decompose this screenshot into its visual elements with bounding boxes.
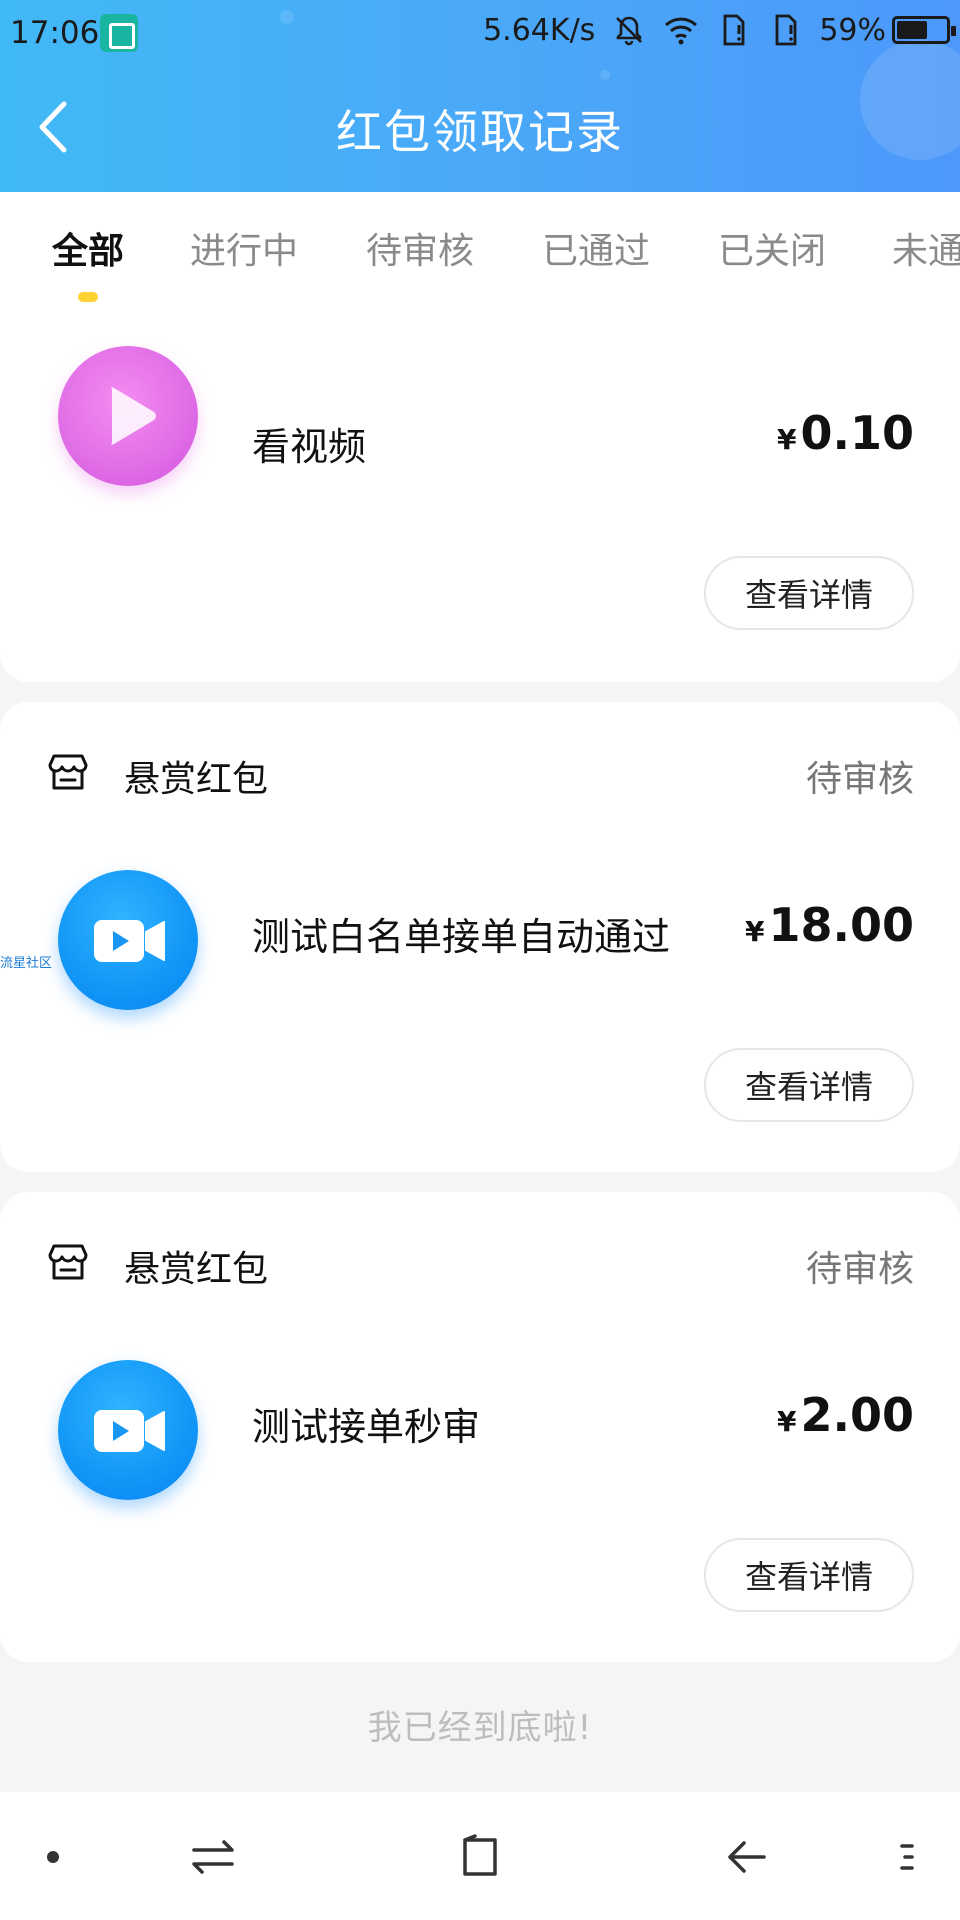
store-icon [46, 1240, 90, 1284]
task-name: 测试接单秒审 [252, 1405, 481, 1449]
price-amount: 2.00 [800, 1388, 915, 1442]
record-card: 悬赏红包 待审核 测试接单秒审 ¥ 2.00 查看详情 [0, 1192, 960, 1662]
video-camera-icon [58, 1360, 198, 1500]
menu-icon[interactable] [872, 1822, 942, 1892]
tab-all[interactable]: 全部 [52, 222, 124, 274]
currency-symbol: ¥ [745, 915, 765, 948]
tab-closed[interactable]: 已关闭 [718, 222, 826, 274]
task-name: 测试白名单接单自动通过 [252, 915, 671, 959]
status-time: 17:06 [10, 15, 100, 51]
card-category: 悬赏红包 [124, 1249, 269, 1290]
store-icon [46, 750, 90, 794]
tab-rejected[interactable]: 未通过 [892, 222, 960, 274]
switch-arrows-icon[interactable] [178, 1822, 248, 1892]
status-badge: 待审核 [805, 1249, 914, 1290]
task-price: ¥ 2.00 [777, 1388, 914, 1442]
view-details-button[interactable]: 查看详情 [704, 556, 914, 630]
bell-muted-icon [611, 12, 647, 48]
currency-symbol: ¥ [777, 1405, 797, 1438]
status-indicators: 5.64K/s 59% [483, 12, 956, 48]
end-of-list-note: 我已经到底啦! [367, 1708, 593, 1748]
sim-card-icon [767, 12, 803, 48]
battery-indicator: 59% [819, 12, 956, 48]
wifi-icon [663, 12, 699, 48]
status-bar: 17:06 5.64K/s 59% [0, 0, 960, 68]
view-details-button[interactable]: 查看详情 [704, 1538, 914, 1612]
filter-tabs: 全部 进行中 待审核 已通过 已关闭 未通过 [0, 192, 960, 304]
tab-approved[interactable]: 已通过 [542, 222, 650, 274]
record-card: 悬赏红包 待审核 测试白名单接单自动通过 ¥ 18.00 查看详情 [0, 702, 960, 1172]
system-nav-bar [0, 1792, 960, 1920]
network-speed: 5.64K/s [483, 12, 596, 48]
video-camera-icon [58, 870, 198, 1010]
play-icon [58, 346, 198, 486]
decor-bubble [600, 70, 610, 80]
dot-icon[interactable] [18, 1822, 88, 1892]
card-category: 悬赏红包 [124, 759, 269, 800]
task-name: 看视频 [252, 425, 367, 469]
home-square-icon[interactable] [445, 1822, 515, 1892]
task-price: ¥ 18.00 [745, 898, 914, 952]
tab-in-progress[interactable]: 进行中 [190, 222, 298, 274]
price-amount: 18.00 [768, 898, 914, 952]
record-card: 看视频 ¥ 0.10 查看详情 [0, 304, 960, 682]
screenshot-icon [100, 14, 138, 52]
sim-card-icon [715, 12, 751, 48]
status-badge: 待审核 [805, 759, 914, 800]
battery-icon [892, 16, 956, 44]
watermark-text: 流星社区 [0, 956, 53, 971]
header: 17:06 5.64K/s 59% 红包领取记录 [0, 0, 960, 192]
page-title: 红包领取记录 [336, 105, 624, 159]
view-details-button[interactable]: 查看详情 [704, 1048, 914, 1122]
back-arrow-icon[interactable] [712, 1822, 782, 1892]
tab-pending-review[interactable]: 待审核 [366, 222, 474, 274]
active-tab-indicator [78, 292, 98, 302]
battery-percent: 59% [819, 12, 886, 48]
currency-symbol: ¥ [777, 423, 797, 456]
price-amount: 0.10 [800, 406, 915, 460]
task-price: ¥ 0.10 [777, 406, 914, 460]
